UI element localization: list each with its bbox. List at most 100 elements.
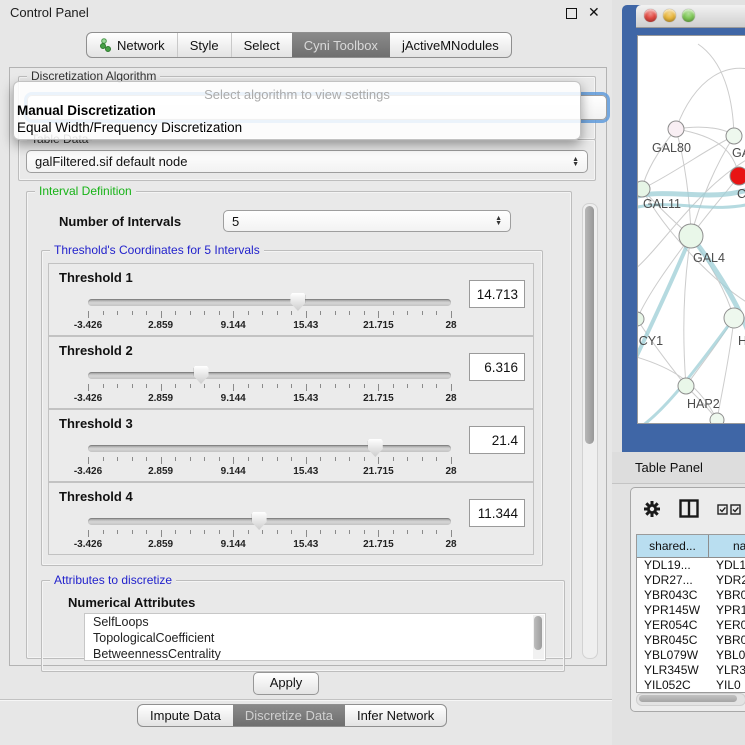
num-intervals-combobox[interactable]: 5 ▲▼ xyxy=(223,210,511,232)
slider-thumb[interactable] xyxy=(252,512,267,530)
list-scrollbar[interactable] xyxy=(533,615,544,659)
table-cell[interactable]: YBR0 xyxy=(709,588,745,603)
popup-item[interactable]: Equal Width/Frequency Discretization xyxy=(17,120,242,135)
threshold-value-field[interactable]: 11.344 xyxy=(469,499,525,527)
tick-mark xyxy=(146,384,147,388)
list-scrollbar-thumb[interactable] xyxy=(534,616,542,650)
table-row[interactable]: YDR27...YDR2 xyxy=(637,573,745,588)
attribute-list-item[interactable]: TopologicalCoefficient xyxy=(85,630,545,646)
minimize-traffic-light-icon[interactable] xyxy=(663,9,676,22)
table-cell[interactable]: YBL079W xyxy=(637,648,709,663)
slider-track[interactable] xyxy=(88,299,451,306)
tick-mark xyxy=(364,530,365,534)
threshold-slider[interactable]: -3.4262.8599.14415.4321.71528 xyxy=(88,296,451,330)
tab-cyni-toolbox[interactable]: Cyni Toolbox xyxy=(292,33,390,57)
table-hscrollbar[interactable] xyxy=(636,693,745,706)
gear-icon[interactable] xyxy=(643,500,661,518)
table-cell[interactable]: YDR27... xyxy=(637,573,709,588)
numerical-attributes-list[interactable]: SelfLoopsTopologicalCoefficientBetweenne… xyxy=(84,613,546,661)
network-node[interactable] xyxy=(726,128,742,144)
popup-item[interactable]: Manual Discretization xyxy=(17,103,156,118)
table-row[interactable]: YBR043CYBR0 xyxy=(637,588,745,603)
tick-mark xyxy=(219,457,220,461)
tick-mark xyxy=(175,457,176,461)
threshold-value-field[interactable]: 6.316 xyxy=(469,353,525,381)
table-cell[interactable]: YPR1 xyxy=(709,603,745,618)
tick-mark xyxy=(422,530,423,534)
table-cell[interactable]: YBL0 xyxy=(709,648,745,663)
table-cell[interactable]: YDL19... xyxy=(637,558,709,573)
slider-track[interactable] xyxy=(88,518,451,525)
network-node[interactable] xyxy=(679,224,703,248)
table-data-combobox[interactable]: galFiltered.sif default node ▲▼ xyxy=(26,150,588,173)
tick-mark xyxy=(335,384,336,388)
float-window-icon[interactable] xyxy=(566,8,577,19)
threshold-slider[interactable]: -3.4262.8599.14415.4321.71528 xyxy=(88,515,451,549)
tab-style[interactable]: Style xyxy=(177,33,231,57)
tab-jactivemnodules[interactable]: jActiveMNodules xyxy=(390,33,511,57)
checkbox-checked-icon[interactable] xyxy=(717,504,728,515)
network-node[interactable] xyxy=(678,378,694,394)
control-panel-titlebar[interactable]: Control Panel ✕ xyxy=(0,0,612,26)
split-view-icon[interactable] xyxy=(679,499,699,518)
table-cell[interactable]: YBR045C xyxy=(637,633,709,648)
table-cell[interactable]: YLR3 xyxy=(709,663,745,678)
network-node[interactable] xyxy=(668,121,684,137)
slider-track[interactable] xyxy=(88,445,451,452)
threshold-slider[interactable]: -3.4262.8599.14415.4321.71528 xyxy=(88,442,451,476)
apply-button[interactable]: Apply xyxy=(253,672,319,695)
table-cell[interactable]: YER054C xyxy=(637,618,709,633)
table-cell[interactable]: YBR043C xyxy=(637,588,709,603)
panel-scrollbar[interactable] xyxy=(582,203,598,659)
attribute-list-item[interactable]: SelfLoops xyxy=(85,614,545,630)
attribute-list-item[interactable]: BetweennessCentrality xyxy=(85,646,545,661)
table-cell[interactable]: YIL052C xyxy=(637,678,709,693)
table-hscrollbar-thumb[interactable] xyxy=(639,695,737,702)
tick-mark xyxy=(262,311,263,315)
table-cell[interactable]: YIL0 xyxy=(709,678,745,693)
table-cell[interactable]: YPR145W xyxy=(637,603,709,618)
close-traffic-light-icon[interactable] xyxy=(644,9,657,22)
network-node[interactable] xyxy=(638,312,644,326)
network-window-titlebar[interactable] xyxy=(636,5,745,28)
tab-infer-network[interactable]: Infer Network xyxy=(345,705,446,726)
node-label: GAL80 xyxy=(652,141,691,155)
zoom-traffic-light-icon[interactable] xyxy=(682,9,695,22)
network-node[interactable] xyxy=(730,167,745,185)
network-node[interactable] xyxy=(710,413,724,423)
table-row[interactable]: YBL079WYBL0 xyxy=(637,648,745,663)
group-title: Attributes to discretize xyxy=(50,573,176,587)
tab-discretize-data[interactable]: Discretize Data xyxy=(233,705,345,726)
network-canvas[interactable]: GAL80GACGAL11GAL4GCY1HHAP2 xyxy=(637,35,745,424)
slider-thumb[interactable] xyxy=(290,293,305,311)
slider-thumb[interactable] xyxy=(368,439,383,457)
checkbox-checked-icon[interactable] xyxy=(730,504,741,515)
slider-thumb[interactable] xyxy=(194,366,209,384)
tab-impute-data[interactable]: Impute Data xyxy=(138,705,233,726)
table-row[interactable]: YPR145WYPR1 xyxy=(637,603,745,618)
column-header[interactable]: na xyxy=(709,535,745,557)
table-cell[interactable]: YBR0 xyxy=(709,633,745,648)
tab-network[interactable]: Network xyxy=(87,33,177,57)
table-cell[interactable]: YLR345W xyxy=(637,663,709,678)
slider-ticks xyxy=(88,457,451,465)
table-row[interactable]: YLR345WYLR3 xyxy=(637,663,745,678)
table-cell[interactable]: YDL1 xyxy=(709,558,745,573)
table-row[interactable]: YBR045CYBR0 xyxy=(637,633,745,648)
close-icon[interactable]: ✕ xyxy=(588,4,600,21)
table-cell[interactable]: YDR2 xyxy=(709,573,745,588)
network-node[interactable] xyxy=(638,181,650,197)
threshold-value-field[interactable]: 21.4 xyxy=(469,426,525,454)
slider-track[interactable] xyxy=(88,372,451,379)
threshold-slider[interactable]: -3.4262.8599.14415.4321.71528 xyxy=(88,369,451,403)
threshold-value-field[interactable]: 14.713 xyxy=(469,280,525,308)
tab-select[interactable]: Select xyxy=(231,33,292,57)
table-row[interactable]: YER054CYER0 xyxy=(637,618,745,633)
table-row[interactable]: YDL19...YDL1 xyxy=(637,558,745,573)
tick-mark xyxy=(364,384,365,388)
panel-scrollbar-thumb[interactable] xyxy=(585,206,594,444)
table-row[interactable]: YIL052CYIL0 xyxy=(637,678,745,693)
table-cell[interactable]: YER0 xyxy=(709,618,745,633)
network-node[interactable] xyxy=(724,308,744,328)
column-header[interactable]: shared... xyxy=(637,535,709,557)
